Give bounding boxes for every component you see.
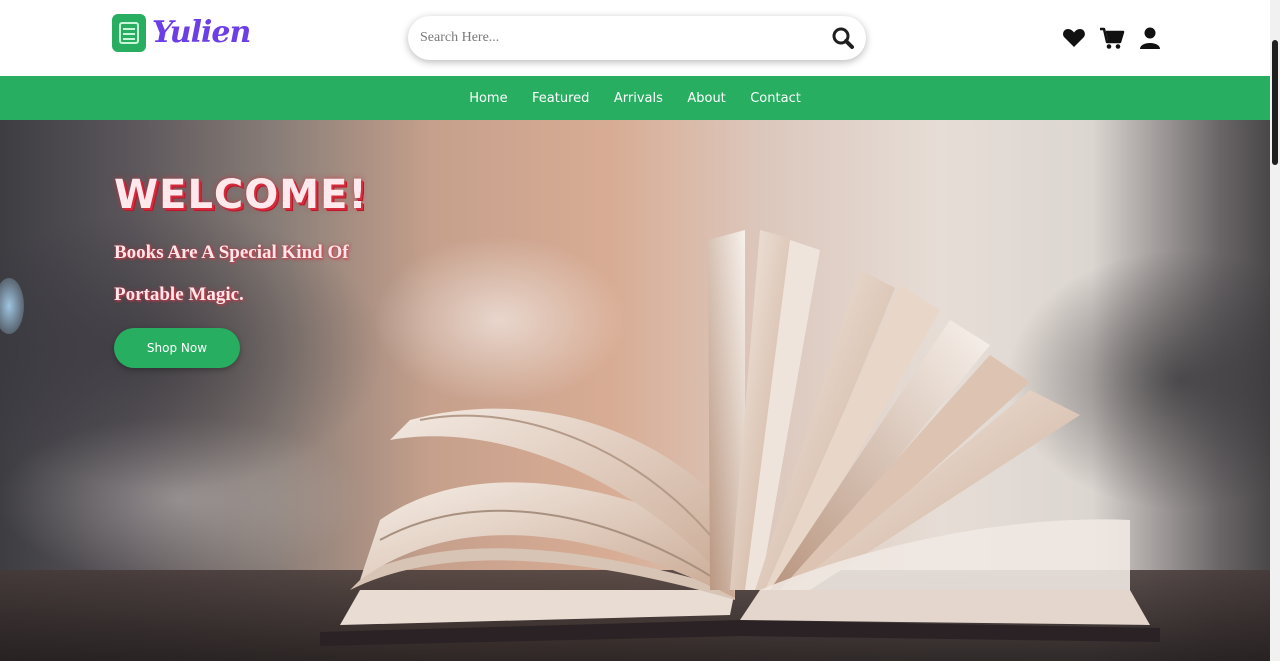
hero-content: WELCOME! Books Are A Special Kind Of Por… [114,172,434,368]
page-scrollbar[interactable] [1270,0,1280,661]
hero-tagline-line-1: Books Are A Special Kind Of [114,242,349,263]
search-icon[interactable] [830,25,856,51]
scrollbar-thumb[interactable] [1272,40,1278,165]
nav-link-featured[interactable]: Featured [532,91,589,106]
nav-link-about[interactable]: About [687,91,725,106]
nav-link-contact[interactable]: Contact [750,91,801,106]
hero-tagline-line-2: Portable Magic. [114,284,244,305]
search-bar [408,16,866,60]
hero-tagline: Books Are A Special Kind Of Portable Mag… [114,232,434,316]
main-nav: Home Featured Arrivals About Contact [0,76,1270,120]
site-header: Yulien [0,0,1280,76]
search-input[interactable] [420,26,820,50]
nav-link-home[interactable]: Home [469,91,507,106]
brand-name: Yulien [152,15,251,50]
brand-logo[interactable]: Yulien [112,13,251,63]
book-logo-icon [112,14,146,52]
hero-banner: WELCOME! Books Are A Special Kind Of Por… [0,120,1270,661]
cart-icon[interactable] [1098,24,1126,52]
nav-link-arrivals[interactable]: Arrivals [614,91,663,106]
heart-icon[interactable] [1060,24,1088,52]
header-icons [1060,24,1164,52]
nav-list: Home Featured Arrivals About Contact [459,89,811,107]
hero-heading: WELCOME! [114,172,368,218]
shop-now-button[interactable]: Shop Now [114,328,240,368]
user-icon[interactable] [1136,24,1164,52]
